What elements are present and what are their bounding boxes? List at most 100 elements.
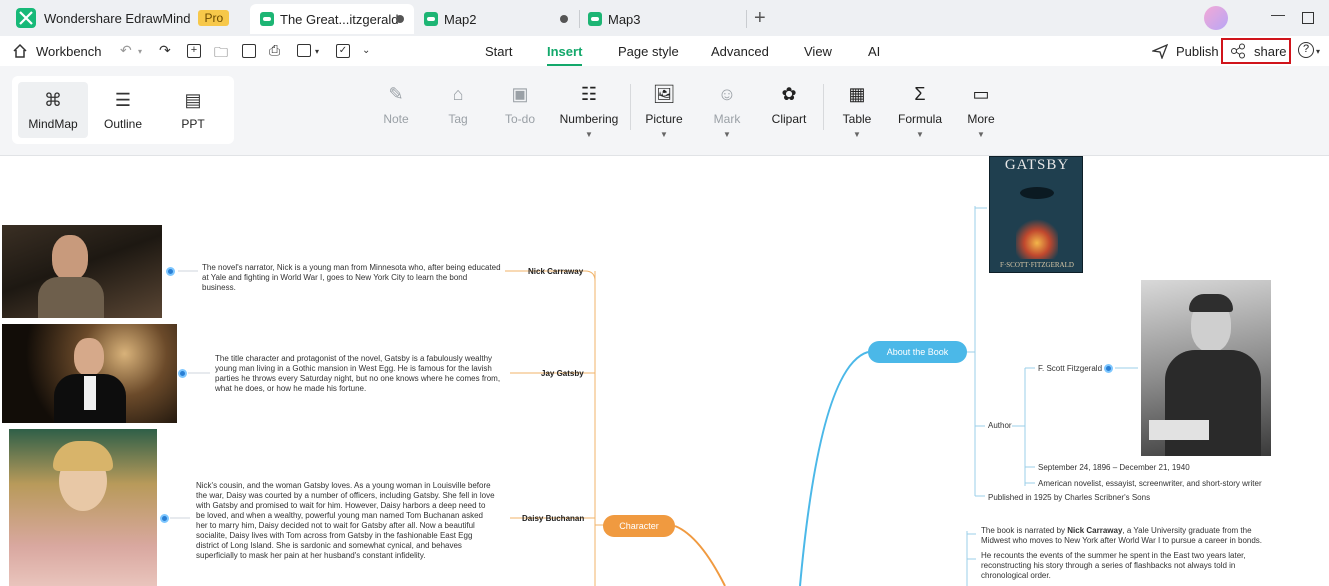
jay-gatsby-note[interactable]: The title character and protagonist of t…	[215, 354, 515, 394]
author-dates-node[interactable]: September 24, 1896 – December 21, 1940	[1038, 463, 1190, 473]
narrator-name: Nick Carraway	[1067, 526, 1123, 535]
chevron-down-icon[interactable]: ▼	[916, 130, 924, 139]
share-button[interactable]: share	[1221, 38, 1291, 64]
link-icon[interactable]	[1104, 364, 1113, 373]
tab-the-great-gatsby[interactable]: The Great...itzgerald	[250, 4, 414, 34]
about-the-book-topic[interactable]: About the Book	[868, 341, 967, 363]
chevron-down-icon[interactable]: ▼	[660, 130, 668, 139]
restore-icon[interactable]	[1302, 12, 1314, 24]
button-label: Mark	[713, 112, 741, 126]
nick-carraway-photo[interactable]	[2, 225, 162, 318]
button-label: Picture	[645, 112, 683, 126]
view-mindmap-button[interactable]: ⌘ MindMap	[18, 82, 88, 138]
author-description-node[interactable]: American novelist, essayist, screenwrite…	[1038, 479, 1262, 489]
formula-button[interactable]: Σ Formula ▼	[887, 84, 953, 139]
menu-view[interactable]: View	[804, 44, 832, 59]
mindmap-canvas[interactable]: The novel's narrator, Nick is a young ma…	[0, 156, 1329, 586]
checkbox-icon[interactable]: ✓	[336, 44, 350, 58]
send-icon	[1152, 43, 1168, 59]
narration-text: The book is narrated by	[981, 526, 1068, 535]
book-cover-title: GATSBY	[1004, 157, 1070, 173]
pro-badge[interactable]: Pro	[198, 10, 230, 26]
link-icon[interactable]	[178, 369, 187, 378]
button-label: Table	[842, 112, 872, 126]
app-name: Wondershare EdrawMind	[44, 10, 191, 26]
nick-carraway-note[interactable]: The novel's narrator, Nick is a young ma…	[202, 263, 502, 293]
menu-page-style[interactable]: Page style	[618, 44, 679, 59]
redo-icon[interactable]: ↷	[159, 42, 171, 59]
link-icon[interactable]	[166, 267, 175, 276]
menu-start[interactable]: Start	[485, 44, 512, 59]
menu-ai[interactable]: AI	[868, 44, 880, 59]
image-icon: 🖼	[652, 84, 676, 104]
unsaved-dot-icon[interactable]	[396, 15, 404, 23]
todo-button: ▣ To-do	[487, 84, 553, 126]
book-cover-image[interactable]: GATSBY F·SCOTT·FITZGERALD	[989, 156, 1083, 273]
jay-gatsby-photo[interactable]	[2, 324, 177, 423]
unsaved-dot-icon[interactable]	[560, 15, 568, 23]
more-button[interactable]: ▭ More ▼	[948, 84, 1014, 139]
author-photo[interactable]	[1141, 280, 1271, 456]
edrawmind-logo-icon	[16, 8, 36, 28]
numbering-button[interactable]: ☷ Numbering ▼	[556, 84, 622, 139]
nick-carraway-node[interactable]: Nick Carraway	[528, 267, 583, 276]
question-icon[interactable]: ?	[1298, 42, 1314, 58]
chevron-down-icon[interactable]: ▼	[585, 130, 593, 139]
workbench-button[interactable]: Workbench	[12, 43, 102, 59]
daisy-buchanan-note[interactable]: Nick's cousin, and the woman Gatsby love…	[196, 481, 496, 561]
author-node[interactable]: Author	[988, 421, 1012, 431]
outline-icon: ☰	[114, 89, 132, 110]
numbered-list-icon: ☷	[580, 84, 598, 104]
recount-node[interactable]: He recounts the events of the summer he …	[981, 551, 1281, 581]
narration-node[interactable]: The book is narrated by Nick Carraway, a…	[981, 526, 1281, 546]
button-label: Note	[383, 112, 409, 126]
character-topic[interactable]: Character	[603, 515, 675, 537]
menu-insert[interactable]: Insert	[547, 44, 583, 66]
view-outline-button[interactable]: ☰ Outline	[88, 82, 158, 138]
publish-button[interactable]: Publish	[1152, 43, 1219, 59]
chevron-down-icon[interactable]: ▼	[977, 130, 985, 139]
pencil-icon: ✎	[388, 84, 404, 104]
daisy-buchanan-node[interactable]: Daisy Buchanan	[522, 514, 584, 523]
tab-label: Map3	[608, 11, 641, 27]
link-icon[interactable]	[160, 514, 169, 523]
menu-advanced[interactable]: Advanced	[711, 44, 769, 59]
daisy-buchanan-photo[interactable]	[9, 429, 157, 586]
note-button: ✎ Note	[363, 84, 429, 126]
customize-icon[interactable]: ⌄	[362, 45, 370, 56]
tab-map3[interactable]: Map3	[584, 4, 744, 34]
minimize-icon[interactable]: —	[1271, 6, 1285, 22]
button-label: Clipart	[771, 112, 807, 126]
chevron-down-icon[interactable]: ▾	[315, 47, 319, 56]
new-icon[interactable]: +	[187, 44, 201, 58]
button-label: To-do	[504, 112, 536, 126]
chevron-down-icon[interactable]: ▾	[138, 47, 142, 56]
publish-label: Publish	[1176, 43, 1219, 59]
clipart-icon: ✿	[781, 84, 797, 104]
undo-icon[interactable]: ↶	[120, 42, 132, 59]
button-label: More	[967, 112, 995, 126]
tag-button: ⌂ Tag	[425, 84, 491, 126]
picture-button[interactable]: 🖼 Picture ▼	[631, 84, 697, 139]
tab-map2[interactable]: Map2	[418, 4, 578, 34]
sigma-icon: Σ	[914, 84, 926, 104]
save-icon[interactable]	[242, 44, 256, 58]
clipart-button[interactable]: ✿ Clipart	[756, 84, 822, 126]
chevron-down-icon[interactable]: ▾	[1316, 47, 1320, 56]
print-icon[interactable]: ⎙	[269, 42, 280, 59]
plus-icon[interactable]: +	[754, 7, 766, 30]
export-icon[interactable]	[297, 44, 311, 57]
tab-divider	[746, 10, 747, 28]
jay-gatsby-node[interactable]: Jay Gatsby	[541, 369, 584, 378]
menu-bar: Workbench ↶ ▾ ↷ + 🗀 ⎙ ▾ ✓ ⌄ Start Insert…	[0, 36, 1329, 66]
author-name-node[interactable]: F. Scott Fitzgerald	[1038, 364, 1102, 374]
smiley-icon: ☺	[717, 84, 737, 104]
title-bar: Wondershare EdrawMind Pro The Great...it…	[0, 0, 1329, 36]
table-button[interactable]: ▦ Table ▼	[824, 84, 890, 139]
view-ppt-button[interactable]: ▤ PPT	[158, 82, 228, 138]
home-icon	[13, 43, 27, 58]
folder-icon[interactable]: 🗀	[214, 42, 228, 66]
published-node[interactable]: Published in 1925 by Charles Scribner's …	[988, 493, 1150, 503]
avatar[interactable]	[1204, 6, 1228, 30]
chevron-down-icon[interactable]: ▼	[853, 130, 861, 139]
